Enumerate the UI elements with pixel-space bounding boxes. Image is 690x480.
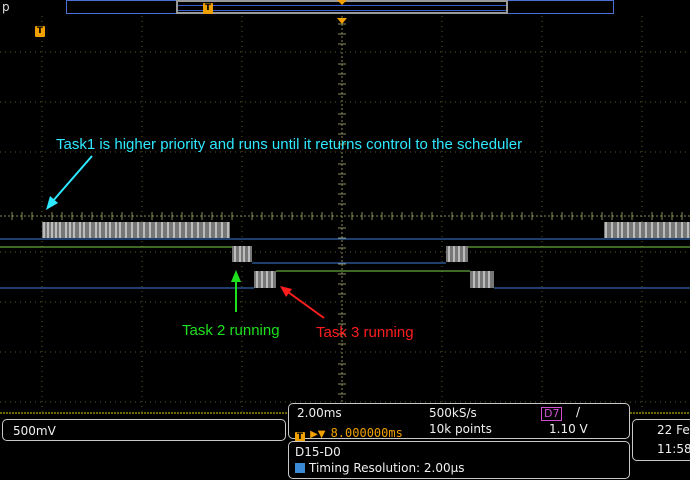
trigger-slope-icon: / xyxy=(576,405,581,419)
timing-mode-icon xyxy=(295,463,305,473)
task1-activity-block-left xyxy=(42,222,230,238)
status-bar: 500mV 2.00ms 500kS/s D7 / T ▶▼ 8.000000m… xyxy=(0,403,690,480)
channel-scale-value: 500mV xyxy=(13,424,56,438)
trigger-position-readout: T ▶▼ 8.000000ms xyxy=(295,422,403,443)
trigger-level-value: 1.10 V xyxy=(549,422,588,436)
waveform-graticule xyxy=(0,16,690,414)
task1-activity-block-right xyxy=(604,222,690,238)
sample-rate-value: 500kS/s xyxy=(429,406,477,420)
date-value: 22 Fe xyxy=(657,423,690,437)
trigger-level-marker-icon: T xyxy=(35,26,45,37)
trigger-source-badge: D7 xyxy=(541,407,563,421)
timing-resolution-value: Timing Resolution: 2.00µs xyxy=(309,461,465,475)
oscilloscope-screen: p T T Task1 is higher priority and runs … xyxy=(0,0,690,480)
expansion-point-icon xyxy=(337,0,347,5)
record-view-bar: p T xyxy=(0,0,690,16)
task1-trace xyxy=(0,222,690,240)
trigger-position-value: 8.000000ms xyxy=(330,426,403,440)
trigger-arrow-icon: ▶▼ xyxy=(310,429,326,440)
task3-annotation: Task 3 running xyxy=(316,324,414,341)
task2-activity-block-2 xyxy=(446,246,468,262)
task3-activity-block-2 xyxy=(470,271,494,288)
bus-info-box[interactable]: D15-D0 Timing Resolution: 2.00µs xyxy=(288,441,630,479)
task3-activity-block-1 xyxy=(254,271,276,288)
horizontal-trigger-readout[interactable]: 2.00ms 500kS/s D7 / T ▶▼ 8.000000ms 10k … xyxy=(288,403,630,443)
timebase-value: 2.00ms xyxy=(297,406,342,420)
timing-resolution-row: Timing Resolution: 2.00µs xyxy=(295,461,465,475)
record-length-value: 10k points xyxy=(429,422,492,436)
task2-activity-block-1 xyxy=(232,246,252,262)
task1-annotation: Task1 is higher priority and runs until … xyxy=(56,136,523,153)
task2-annotation: Task 2 running xyxy=(182,322,280,339)
task1-arrow xyxy=(46,155,93,210)
datetime-box[interactable]: 22 Fe 11:58 xyxy=(632,419,690,461)
channel-scale-box[interactable]: 500mV xyxy=(2,419,286,441)
bus-label: D15-D0 xyxy=(295,445,341,459)
task2-arrow xyxy=(231,270,241,312)
trigger-position-icon xyxy=(337,18,347,24)
topbar-left-text: p xyxy=(2,0,10,14)
center-axes xyxy=(0,16,690,414)
task2-trace xyxy=(0,246,690,264)
task3-arrow xyxy=(280,286,325,319)
time-value: 11:58 xyxy=(657,442,690,456)
record-trigger-marker-icon: T xyxy=(203,3,213,14)
